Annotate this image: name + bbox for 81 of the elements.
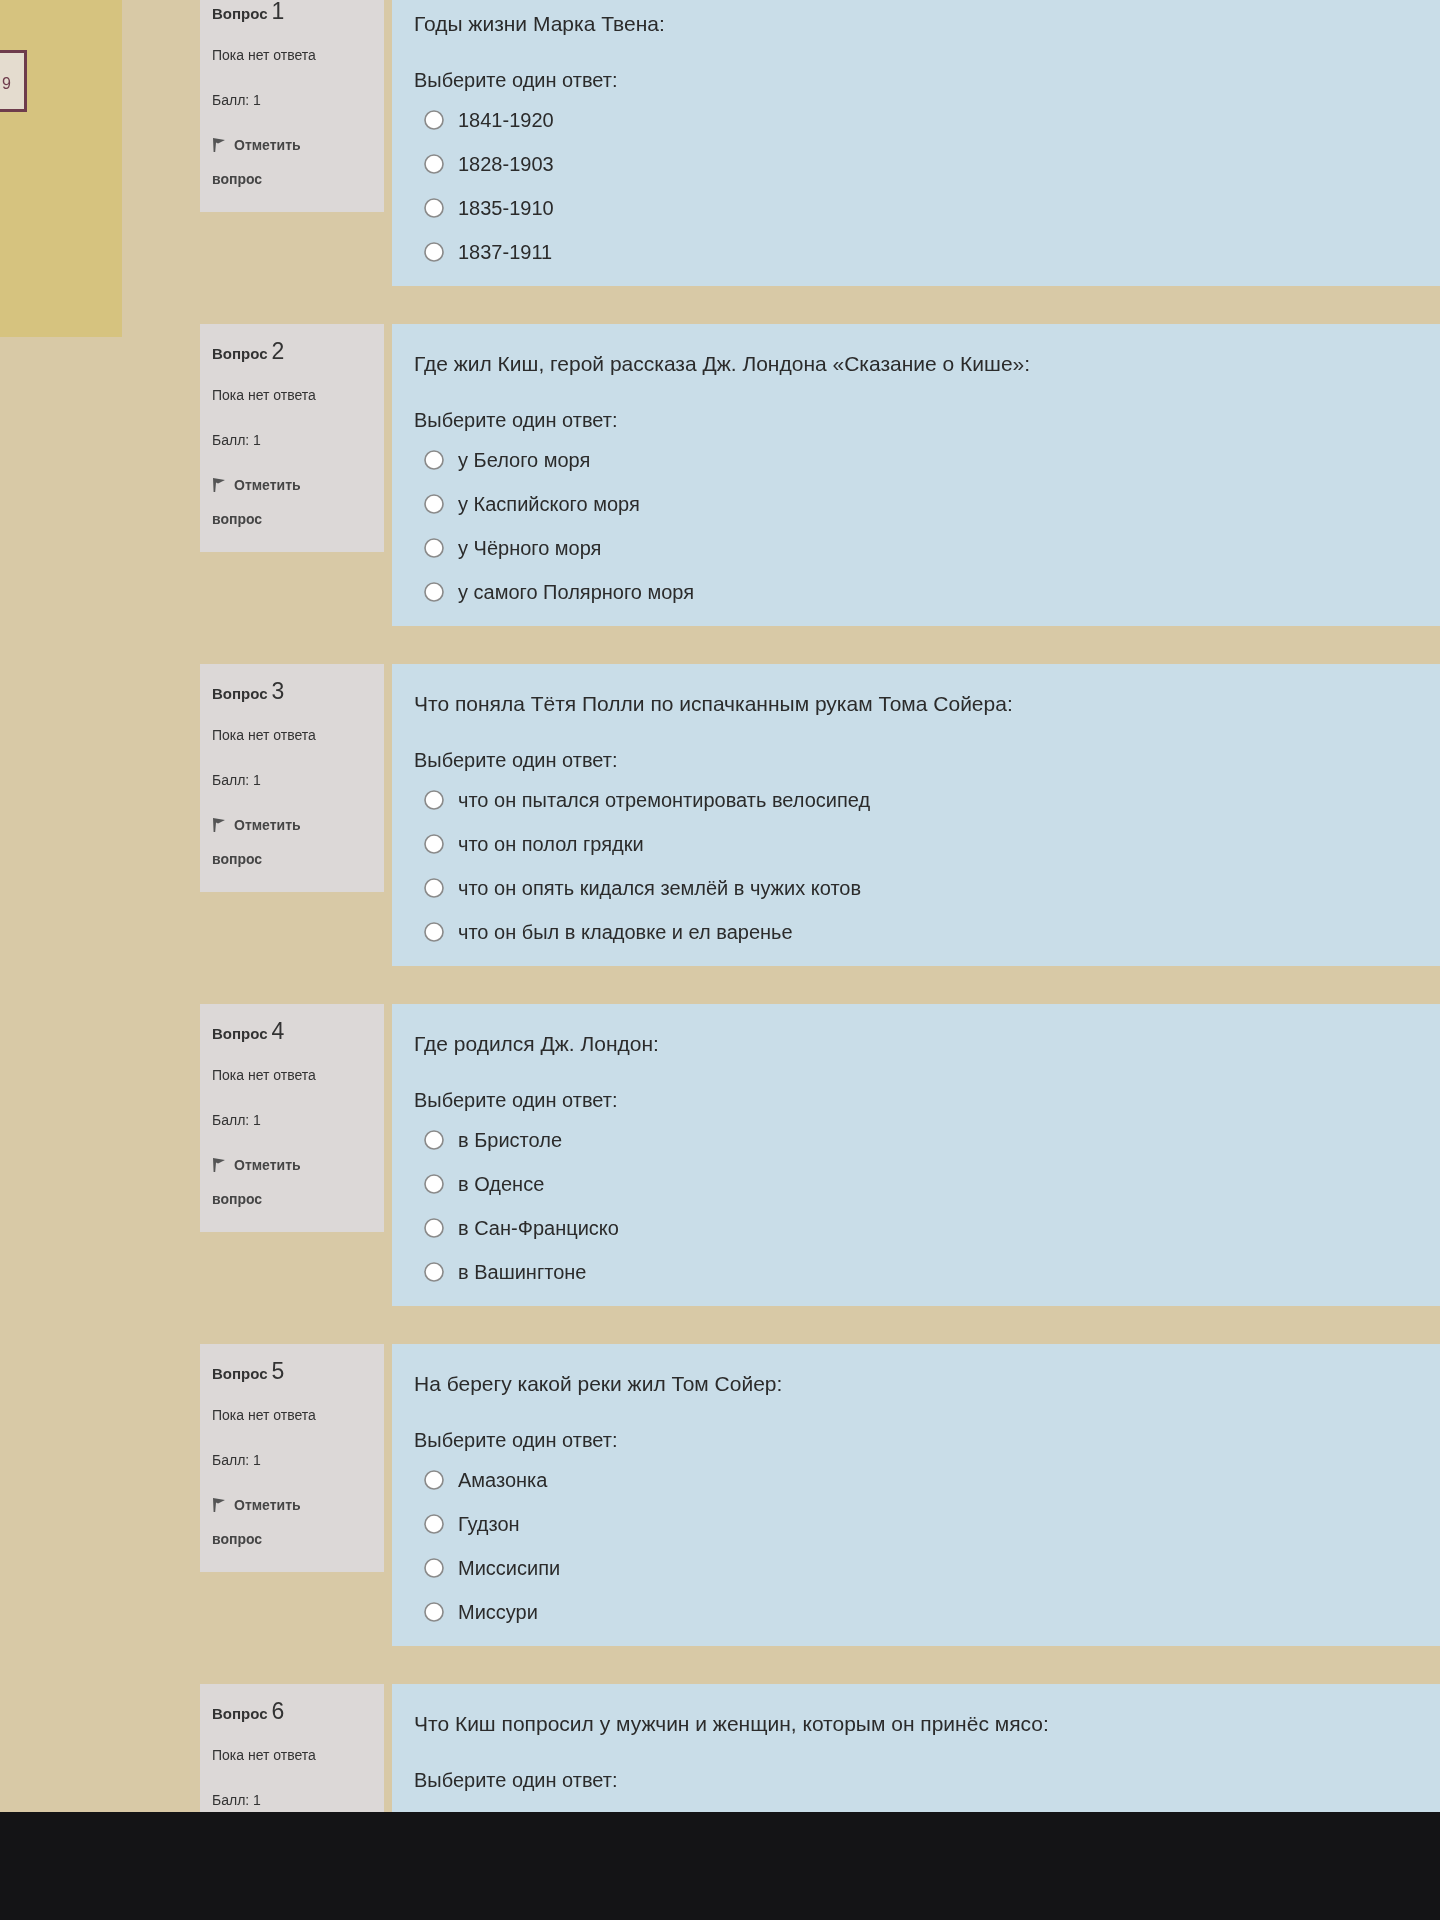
answer-option-label[interactable]: что он опять кидался землёй в чужих котов: [458, 875, 862, 901]
question-status: Пока нет ответа: [212, 46, 317, 65]
flag-icon[interactable]: [212, 477, 226, 493]
answer-option-label[interactable]: Амазонка: [458, 1467, 548, 1493]
answer-instruction: Выберите один ответ:: [414, 1088, 619, 1113]
radio-button[interactable]: [424, 494, 444, 514]
question-number: Вопрос 2: [212, 337, 286, 366]
answer-option-label[interactable]: в Бристоле: [458, 1127, 562, 1153]
answer-option-label[interactable]: в Вашингтоне: [458, 1259, 587, 1285]
question-status: Пока нет ответа: [212, 726, 317, 745]
answer-option-label[interactable]: 1837-1911: [458, 239, 553, 265]
answer-option-label[interactable]: что он был в кладовке и ел варенье: [458, 919, 793, 945]
radio-button[interactable]: [424, 538, 444, 558]
question-status: Пока нет ответа: [212, 1406, 317, 1425]
answer-option-label[interactable]: что он пытался отремонтировать велосипед: [458, 787, 871, 813]
answer-instruction: Выберите один ответ:: [414, 748, 619, 773]
flag-question-link[interactable]: Отметить вопрос: [212, 808, 308, 876]
question-number: Вопрос 3: [212, 677, 286, 706]
answer-option-label[interactable]: что он полол грядки: [458, 831, 644, 857]
answer-option-label[interactable]: у самого Полярного моря: [458, 579, 695, 605]
question-mark: Балл: 1: [212, 1111, 262, 1130]
question-number: Вопрос 5: [212, 1357, 286, 1386]
flag-question-link[interactable]: Отметить вопрос: [212, 1148, 308, 1216]
answer-option-label[interactable]: в Оденсе: [458, 1171, 545, 1197]
radio-button[interactable]: [424, 110, 444, 130]
radio-button[interactable]: [424, 154, 444, 174]
answer-option-label[interactable]: 1841-1920: [458, 107, 554, 133]
question-text: На берегу какой реки жил Том Сойер:: [414, 1371, 784, 1397]
answer-option-label[interactable]: у Чёрного моря: [458, 535, 602, 561]
flag-icon[interactable]: [212, 137, 226, 153]
radio-button[interactable]: [424, 922, 444, 942]
answer-option-label[interactable]: Гудзон: [458, 1511, 520, 1537]
radio-button[interactable]: [424, 198, 444, 218]
radio-button[interactable]: [424, 582, 444, 602]
radio-button[interactable]: [424, 1558, 444, 1578]
question-status: Пока нет ответа: [212, 386, 317, 405]
flag-question-link[interactable]: Отметить вопрос: [212, 128, 308, 196]
question-text: Что поняла Тётя Полли по испачканным рукам Тома Сойера:: [414, 691, 1014, 717]
radio-button[interactable]: [424, 1514, 444, 1534]
flag-icon[interactable]: [212, 1157, 226, 1173]
answer-option-label[interactable]: 1835-1910: [458, 195, 554, 221]
question-number: Вопрос 1: [212, 0, 286, 26]
radio-button[interactable]: [424, 878, 444, 898]
answer-option-label[interactable]: у Белого моря: [458, 447, 591, 473]
radio-button[interactable]: [424, 1218, 444, 1238]
answer-option-label[interactable]: в Сан-Франциско: [458, 1215, 619, 1241]
question-number: Вопрос 4: [212, 1017, 286, 1046]
answer-option-label[interactable]: у Каспийского моря: [458, 491, 640, 517]
radio-button[interactable]: [424, 242, 444, 262]
answer-instruction: Выберите один ответ:: [414, 68, 619, 93]
question-mark: Балл: 1: [212, 431, 262, 450]
question-status: Пока нет ответа: [212, 1746, 317, 1765]
question-text: Где родился Дж. Лондон:: [414, 1031, 660, 1057]
question-status: Пока нет ответа: [212, 1066, 317, 1085]
answer-instruction: Выберите один ответ:: [414, 1428, 619, 1453]
radio-button[interactable]: [424, 450, 444, 470]
question-mark: Балл: 1: [212, 1451, 262, 1470]
flag-question-link[interactable]: Отметить вопрос: [212, 1488, 308, 1556]
radio-button[interactable]: [424, 1470, 444, 1490]
question-mark: Балл: 1: [212, 1791, 262, 1810]
answer-instruction: Выберите один ответ:: [414, 1768, 619, 1793]
radio-button[interactable]: [424, 790, 444, 810]
answer-option-label[interactable]: Миссисипи: [458, 1555, 561, 1581]
radio-button[interactable]: [424, 1130, 444, 1150]
radio-button[interactable]: [424, 1262, 444, 1282]
question-text: Что Киш попросил у мужчин и женщин, которым он принёс мясо:: [414, 1711, 1050, 1737]
question-number: Вопрос 6: [212, 1697, 286, 1726]
flag-icon[interactable]: [212, 1497, 226, 1513]
answer-option-label[interactable]: Миссури: [458, 1599, 538, 1625]
question-mark: Балл: 1: [212, 91, 262, 110]
radio-button[interactable]: [424, 834, 444, 854]
question-text: Годы жизни Марка Твена:: [414, 11, 666, 37]
question-text: Где жил Киш, герой рассказа Дж. Лондона «Сказание о Кише»:: [414, 351, 1032, 377]
answer-option-label[interactable]: 1828-1903: [458, 151, 554, 177]
flag-question-link[interactable]: Отметить вопрос: [212, 468, 308, 536]
question-mark: Балл: 1: [212, 771, 262, 790]
question-nav-button[interactable]: 9: [0, 50, 27, 112]
flag-icon[interactable]: [212, 817, 226, 833]
radio-button[interactable]: [424, 1174, 444, 1194]
radio-button[interactable]: [424, 1602, 444, 1622]
answer-instruction: Выберите один ответ:: [414, 408, 619, 433]
